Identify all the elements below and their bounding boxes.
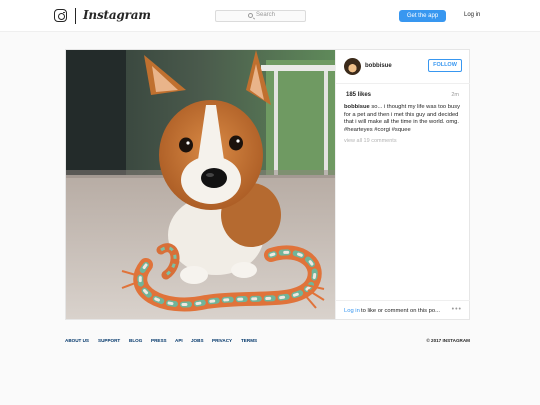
footer-link-support[interactable]: SUPPORT [98,338,120,343]
post-card: bobbisue FOLLOW 185 likes 2m bobbisue so… [65,49,470,320]
get-the-app-button[interactable]: Get the app [399,10,446,22]
footer-link-press[interactable]: PRESS [151,338,167,343]
post-age[interactable]: 2m [451,92,459,98]
instagram-camera-icon[interactable] [54,9,67,22]
view-all-comments-link[interactable]: view all 19 comments [344,138,397,144]
more-dots-icon[interactable]: ••• [452,306,462,313]
footer-link-api[interactable]: API [175,338,183,343]
footer-link-terms[interactable]: TERMS [241,338,257,343]
search-icon [248,13,253,18]
top-nav-bar: Instagram Search Get the app Log in [0,0,540,32]
log-in-link[interactable]: Log in [464,12,480,18]
footer-link-blog[interactable]: BLOG [129,338,142,343]
post-username[interactable]: bobbisue [365,63,392,69]
comment-bar: Log in to like or comment on this po... … [336,300,470,319]
avatar[interactable] [344,58,361,75]
footer-link-privacy[interactable]: PRIVACY [212,338,232,343]
logo-divider [75,8,76,24]
likes-count[interactable]: 185 likes [346,92,371,98]
copyright: © 2017 INSTAGRAM [426,338,470,343]
comment-prompt-text: to like or comment on this po... [361,308,440,314]
search-placeholder: Search [256,12,276,18]
post-caption: bobbisue so... i thought my life was too… [344,104,468,134]
footer: ABOUT US SUPPORT BLOG PRESS API JOBS PRI… [65,338,470,348]
corgi-photo-illustration [66,50,335,319]
follow-button[interactable]: FOLLOW [428,59,462,72]
post-side-panel: bobbisue FOLLOW 185 likes 2m bobbisue so… [335,50,470,319]
instagram-wordmark[interactable]: Instagram [83,8,151,22]
footer-link-jobs[interactable]: JOBS [191,338,204,343]
post-header: bobbisue FOLLOW [336,50,470,84]
search-input[interactable]: Search [215,10,306,22]
post-photo[interactable] [66,50,335,319]
caption-username[interactable]: bobbisue [344,104,370,110]
comment-login-link[interactable]: Log in [344,308,360,314]
footer-link-about-us[interactable]: ABOUT US [65,338,89,343]
